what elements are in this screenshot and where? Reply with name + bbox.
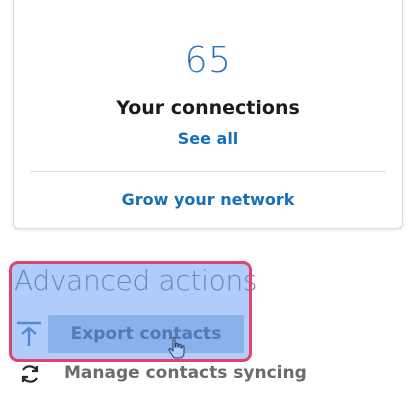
manage-contacts-syncing-link[interactable]: Manage contacts syncing bbox=[64, 363, 307, 383]
sync-icon[interactable] bbox=[18, 362, 42, 386]
export-contacts-button[interactable]: Export contacts bbox=[48, 315, 244, 353]
advanced-actions-heading: Advanced actions bbox=[14, 264, 258, 297]
connections-title: Your connections bbox=[116, 97, 300, 119]
connections-card: 65 Your connections See all Grow your ne… bbox=[13, 0, 403, 229]
export-contacts-label: Export contacts bbox=[70, 324, 222, 344]
connections-count[interactable]: 65 bbox=[14, 40, 402, 81]
export-upload-icon[interactable] bbox=[15, 320, 43, 348]
card-divider bbox=[30, 171, 386, 172]
hand-pointer-cursor-icon bbox=[167, 336, 187, 360]
see-all-link[interactable]: See all bbox=[14, 129, 402, 148]
page-root: 65 Your connections See all Grow your ne… bbox=[0, 0, 408, 401]
grow-network-link[interactable]: Grow your network bbox=[14, 190, 402, 209]
